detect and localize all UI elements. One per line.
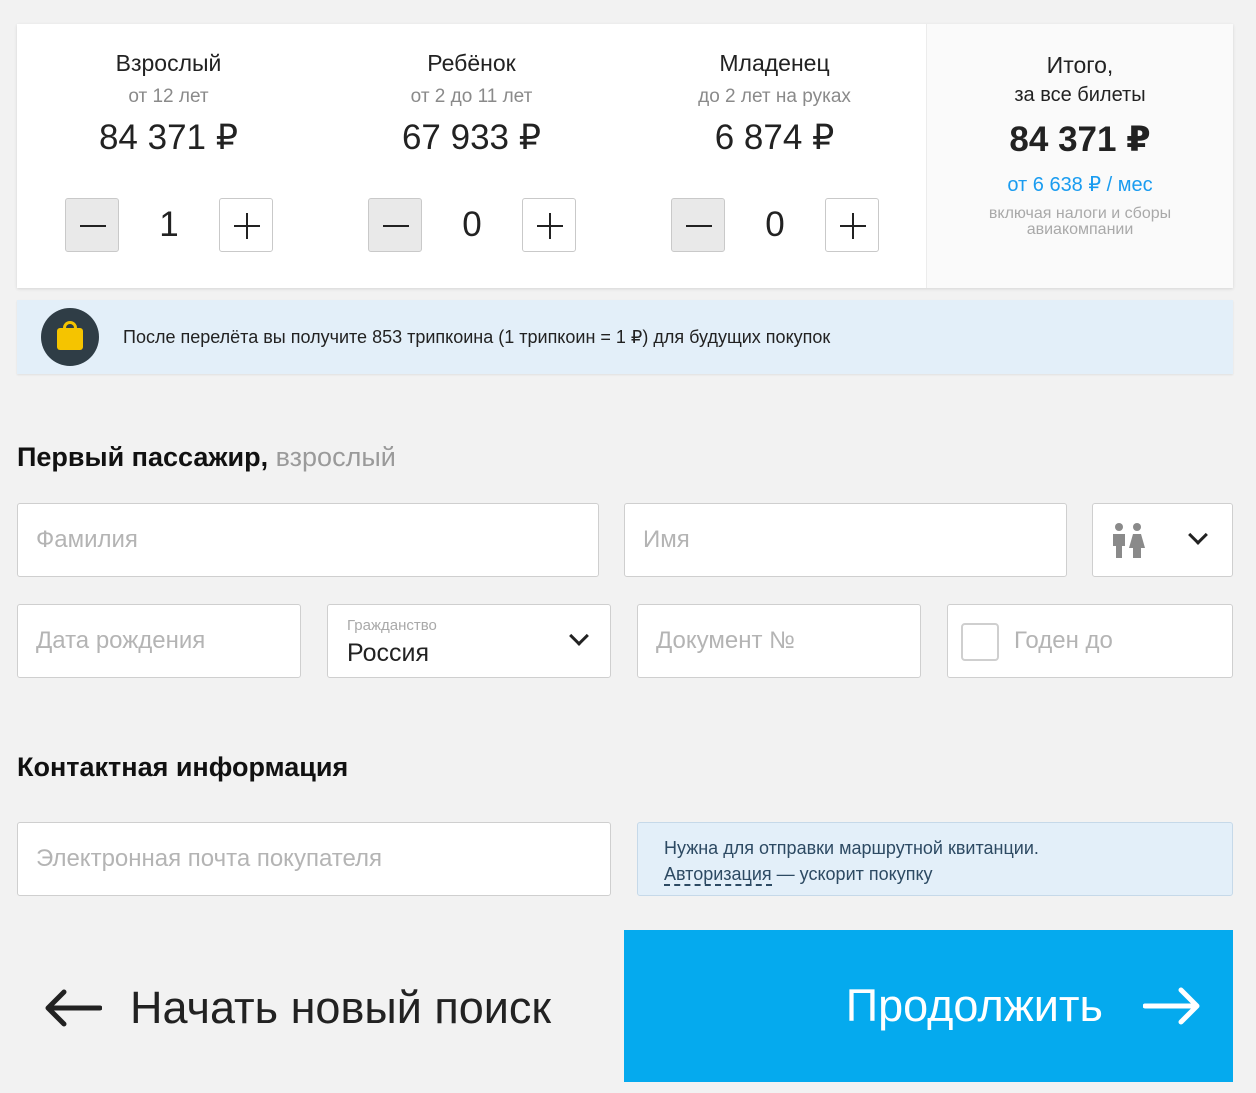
birth-date-input[interactable] bbox=[18, 605, 300, 677]
passenger-count: 1 bbox=[159, 205, 179, 244]
first-name-field[interactable] bbox=[624, 503, 1067, 577]
citizenship-select[interactable]: Гражданство Россия bbox=[327, 604, 611, 678]
valid-until-field[interactable]: Годен до bbox=[947, 604, 1233, 678]
tripcoins-text: После перелёта вы получите 853 трипкоина… bbox=[123, 326, 831, 347]
continue-label: Продолжить bbox=[845, 980, 1103, 1031]
fare-title: Младенец bbox=[719, 50, 830, 76]
last-name-field[interactable] bbox=[17, 503, 599, 577]
taxes-note: включая налоги и сборы авиакомпании bbox=[988, 205, 1172, 238]
continue-button[interactable]: Продолжить bbox=[624, 930, 1233, 1082]
bag-icon bbox=[41, 308, 99, 366]
total-title: Итого, bbox=[1046, 52, 1114, 78]
auth-suffix: — ускорит покупку bbox=[771, 864, 933, 884]
fare-price: 6 874 ₽ bbox=[714, 118, 835, 157]
passenger-section-title: Первый пассажир, взрослый bbox=[17, 442, 396, 473]
chevron-down-icon bbox=[569, 626, 589, 646]
last-name-input[interactable] bbox=[18, 504, 598, 576]
passenger-count: 0 bbox=[765, 205, 785, 244]
document-number-field[interactable] bbox=[637, 604, 921, 678]
chevron-down-icon bbox=[1188, 525, 1208, 545]
monthly-payment-link[interactable]: от 6 638 ₽ / мес bbox=[927, 172, 1233, 197]
passenger-count: 0 bbox=[462, 205, 482, 244]
total-price: 84 371 ₽ bbox=[1009, 120, 1151, 159]
minus-icon bbox=[686, 225, 712, 227]
arrow-left-icon bbox=[45, 989, 102, 1027]
first-name-input[interactable] bbox=[625, 504, 1066, 576]
minus-icon bbox=[383, 225, 409, 227]
arrow-right-icon bbox=[1143, 987, 1200, 1025]
decrement-button[interactable] bbox=[368, 198, 422, 252]
fare-price: 84 371 ₽ bbox=[98, 118, 239, 157]
document-number-input[interactable] bbox=[638, 605, 920, 677]
adult-count-stepper: 1 bbox=[65, 198, 273, 252]
email-input[interactable] bbox=[18, 823, 610, 895]
decrement-button[interactable] bbox=[671, 198, 725, 252]
new-search-button[interactable]: Начать новый поиск bbox=[42, 948, 551, 1068]
fare-age-range: до 2 лет на руках bbox=[698, 86, 851, 107]
child-count-stepper: 0 bbox=[368, 198, 576, 252]
tripcoins-banner: После перелёта вы получите 853 трипкоина… bbox=[17, 300, 1233, 374]
email-hint: Нужна для отправки маршрутной квитанции.… bbox=[637, 822, 1233, 896]
valid-until-label: Годен до bbox=[1014, 627, 1113, 654]
infant-count-stepper: 0 bbox=[671, 198, 879, 252]
citizenship-value: Россия bbox=[347, 639, 429, 667]
passenger-title: Первый пассажир, bbox=[17, 442, 269, 472]
total-summary: Итого, за все билеты 84 371 ₽ от 6 638 ₽… bbox=[926, 24, 1233, 288]
gender-select[interactable] bbox=[1092, 503, 1233, 577]
total-subtitle: за все билеты bbox=[1014, 84, 1146, 106]
increment-button[interactable] bbox=[219, 198, 273, 252]
auth-link[interactable]: Авторизация bbox=[664, 864, 772, 886]
fare-age-range: от 12 лет bbox=[128, 86, 209, 107]
booking-page: Взрослый от 12 лет 84 371 ₽ 1 Ребёнок от… bbox=[4, 8, 1252, 1088]
minus-icon bbox=[80, 225, 106, 227]
decrement-button[interactable] bbox=[65, 198, 119, 252]
citizenship-label: Гражданство bbox=[347, 617, 437, 634]
passenger-type: взрослый bbox=[275, 442, 396, 472]
fare-child: Ребёнок от 2 до 11 лет 67 933 ₽ 0 bbox=[320, 24, 623, 288]
new-search-label: Начать новый поиск bbox=[130, 982, 552, 1033]
increment-button[interactable] bbox=[825, 198, 879, 252]
valid-until-checkbox[interactable] bbox=[961, 623, 999, 661]
fare-infant: Младенец до 2 лет на руках 6 874 ₽ 0 bbox=[623, 24, 926, 288]
email-hint-text: Нужна для отправки маршрутной квитанции. bbox=[664, 838, 1039, 858]
email-field[interactable] bbox=[17, 822, 611, 896]
gender-icon bbox=[1113, 523, 1145, 558]
contact-section-title: Контактная информация bbox=[17, 752, 349, 782]
birth-date-field[interactable] bbox=[17, 604, 301, 678]
fare-title: Взрослый bbox=[115, 50, 222, 76]
passenger-fares-card: Взрослый от 12 лет 84 371 ₽ 1 Ребёнок от… bbox=[17, 24, 1233, 288]
fare-adult: Взрослый от 12 лет 84 371 ₽ 1 bbox=[17, 24, 320, 288]
fare-title: Ребёнок bbox=[427, 50, 516, 76]
increment-button[interactable] bbox=[522, 198, 576, 252]
fare-age-range: от 2 до 11 лет bbox=[410, 86, 533, 107]
fare-price: 67 933 ₽ bbox=[401, 118, 542, 157]
